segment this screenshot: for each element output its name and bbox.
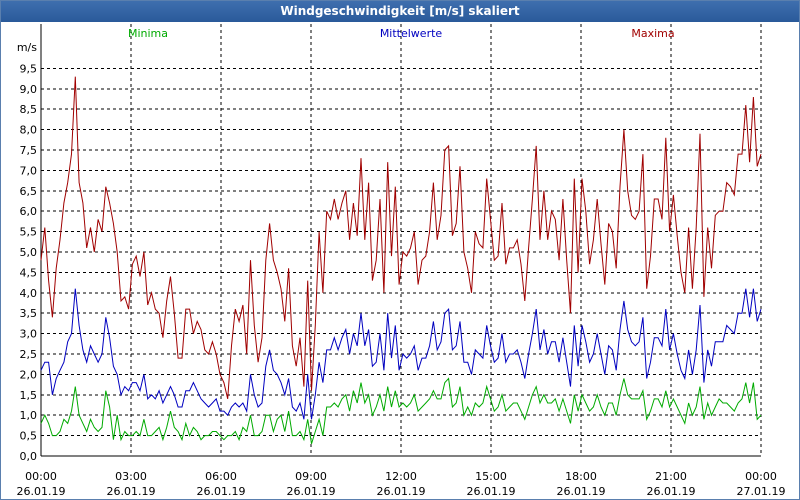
- x-tick-time: 21:00: [655, 470, 687, 483]
- y-tick-label: 2,5: [20, 348, 38, 361]
- x-tick-date: 26.01.19: [197, 485, 246, 498]
- x-tick-time: 03:00: [115, 470, 147, 483]
- y-tick-label: 6,0: [20, 205, 38, 218]
- y-tick-label: 5,0: [20, 246, 38, 259]
- legend-maxima: Maxima: [631, 27, 674, 40]
- line-chart: 0,0 0,5 1,0 1,5 2,0 2,5 3,0 3,5 4,0 4,5 5,0 5,5 6,0 6…: [17, 24, 786, 498]
- y-tick-label: 1,5: [20, 389, 38, 402]
- y-tick-label: 8,0: [20, 124, 38, 137]
- y-tick-label: 9,5: [20, 62, 38, 75]
- y-tick-label: 1,0: [20, 409, 38, 422]
- y-tick-label: 4,5: [20, 266, 38, 279]
- y-tick-label: 8,5: [20, 103, 38, 116]
- x-tick-date: 26.01.19: [647, 485, 696, 498]
- y-tick-label: 3,0: [20, 328, 38, 341]
- y-tick-label: 7,0: [20, 164, 38, 177]
- legend-minima: Minima: [128, 27, 168, 40]
- x-tick-time: 12:00: [385, 470, 417, 483]
- x-tick-date: 26.01.19: [17, 485, 66, 498]
- x-tick-date: 26.01.19: [107, 485, 156, 498]
- chart-window: Windgeschwindigkeit [m/s] skaliert 0,0 0,…: [0, 0, 800, 500]
- x-tick-date: 26.01.19: [557, 485, 606, 498]
- y-tick-label: 4,0: [20, 287, 38, 300]
- y-tick-label: 3,5: [20, 307, 38, 320]
- legend-mittelwerte: Mittelwerte: [380, 27, 443, 40]
- y-tick-label: 9,0: [20, 83, 38, 96]
- y-axis-unit: m/s: [17, 41, 37, 54]
- x-tick-time: 06:00: [205, 470, 237, 483]
- x-tick-date: 27.01.19: [737, 485, 786, 498]
- x-tick-time: 00:00: [745, 470, 777, 483]
- x-tick-time: 15:00: [475, 470, 507, 483]
- y-tick-label: 6,5: [20, 185, 38, 198]
- x-tick-time: 18:00: [565, 470, 597, 483]
- x-tick-date: 26.01.19: [287, 485, 336, 498]
- x-tick-date: 26.01.19: [377, 485, 426, 498]
- x-tick-time: 00:00: [25, 470, 57, 483]
- x-tick-time: 09:00: [295, 470, 327, 483]
- y-tick-label: 0,0: [20, 450, 38, 463]
- y-tick-label: 7,5: [20, 144, 38, 157]
- y-tick-label: 5,5: [20, 226, 38, 239]
- y-tick-label: 0,5: [20, 430, 38, 443]
- y-tick-label: 2,0: [20, 368, 38, 381]
- x-tick-date: 26.01.19: [467, 485, 516, 498]
